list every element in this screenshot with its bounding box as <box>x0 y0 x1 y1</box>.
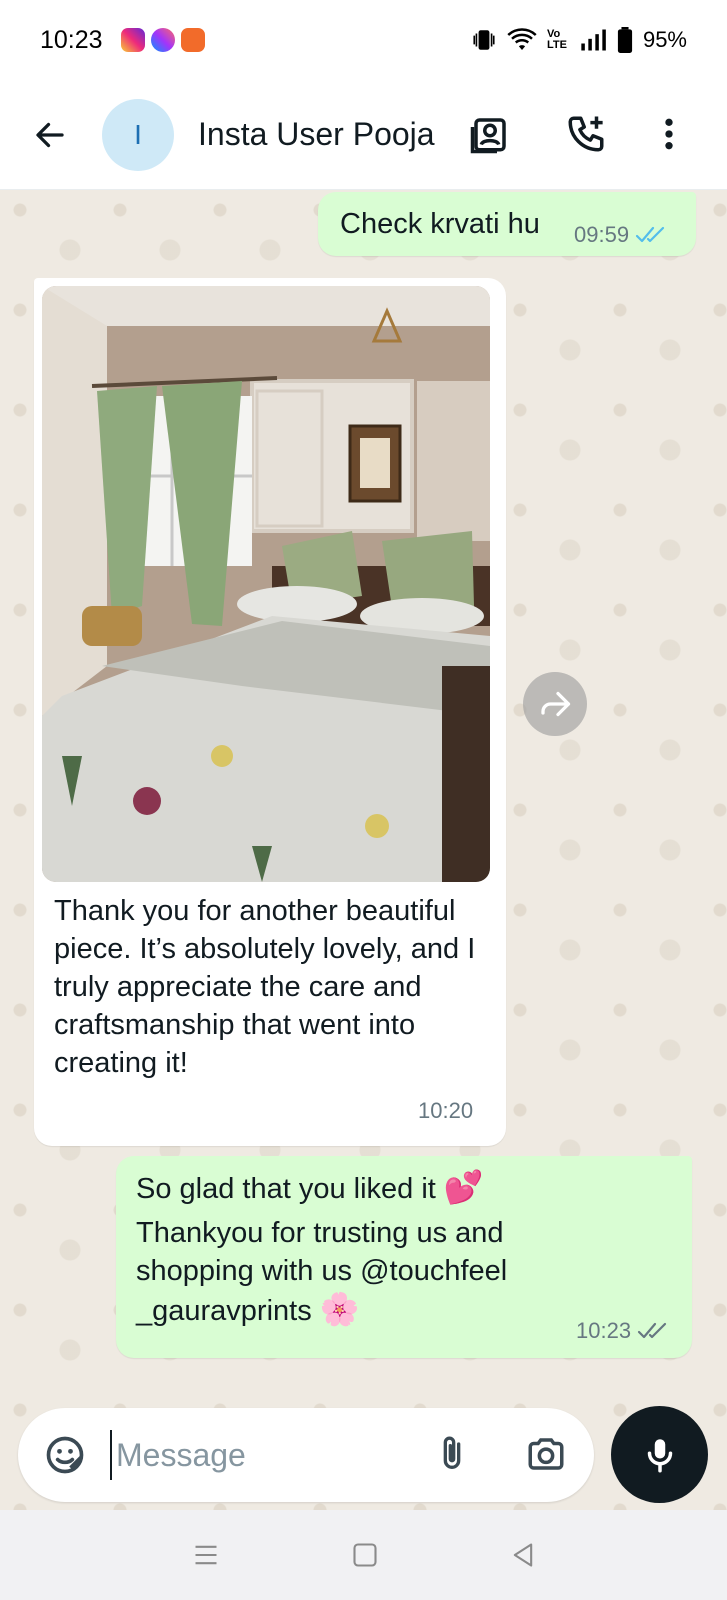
camera-icon <box>528 1438 564 1470</box>
messenger-icon <box>150 28 175 52</box>
mic-button[interactable] <box>611 1406 708 1503</box>
message-line: Thankyou for trusting us and shopping wi… <box>136 1214 556 1330</box>
status-time: 10:23 <box>40 25 103 54</box>
notification-icons <box>120 28 205 52</box>
mic-icon <box>647 1438 672 1472</box>
sticker-button[interactable] <box>42 1432 88 1478</box>
avatar[interactable]: I <box>102 98 174 171</box>
vibrate-icon <box>473 30 495 50</box>
status-icons: Vo LTE 95% <box>471 27 687 53</box>
message-input[interactable] <box>110 1430 380 1480</box>
message-meta: 10:23 <box>576 1318 671 1344</box>
add-call-icon <box>568 116 604 152</box>
forward-icon <box>541 691 571 717</box>
contact-name[interactable]: Insta User Pooja <box>198 116 435 153</box>
read-ticks-icon <box>635 226 665 243</box>
app-notification-icon <box>180 28 205 52</box>
battery-percent: 95% <box>642 27 687 52</box>
home-icon[interactable] <box>351 1541 379 1569</box>
two-hearts-emoji: 💕 <box>443 1169 484 1205</box>
instagram-icon <box>120 28 145 52</box>
back-icon[interactable] <box>509 1541 537 1569</box>
message-text: So glad that you liked it <box>136 1173 436 1205</box>
blossom-emoji: 🌸 <box>319 1291 360 1327</box>
attach-button[interactable] <box>428 1430 476 1478</box>
message-meta: 10:20 <box>418 1098 473 1124</box>
message-bubble-outgoing[interactable]: Check krvati hu 09:59 <box>318 192 696 256</box>
bedroom-photo[interactable] <box>42 286 490 882</box>
message-time: 10:20 <box>418 1098 474 1123</box>
attach-icon <box>443 1436 461 1469</box>
message-bubble-incoming[interactable]: Thank you for another beautiful piece. I… <box>34 278 506 1146</box>
volte-label: Vo LTE <box>546 28 567 51</box>
sticker-icon <box>46 1436 84 1474</box>
message-text: Check krvati hu <box>340 208 540 240</box>
message-content: So glad that you liked it 💕 Thankyou for… <box>136 1168 556 1330</box>
back-button[interactable] <box>28 113 72 157</box>
delivered-ticks-icon <box>637 1322 667 1339</box>
message-line: So glad that you liked it 💕 <box>136 1168 556 1208</box>
contact-card-icon <box>470 118 506 154</box>
system-nav-bar <box>0 1510 727 1600</box>
message-time: 10:23 <box>576 1318 632 1343</box>
chat-header: I Insta User Pooja <box>0 80 727 190</box>
more-vert-icon <box>665 118 673 150</box>
forward-button[interactable] <box>523 672 587 736</box>
message-composer <box>18 1408 594 1502</box>
battery-icon <box>617 27 633 53</box>
more-options-button[interactable] <box>645 110 693 158</box>
message-text: Thank you for another beautiful piece. I… <box>54 895 476 1079</box>
chat-area[interactable]: Check krvati hu 09:59 Thank you for anot… <box>0 190 727 1510</box>
menu-icon[interactable] <box>191 1541 221 1569</box>
wifi-icon <box>507 28 537 50</box>
back-arrow-icon <box>36 122 64 147</box>
status-bar: 10:23 Vo LTE 95% <box>0 0 727 80</box>
message-bubble-outgoing[interactable]: So glad that you liked it 💕 Thankyou for… <box>116 1156 692 1358</box>
camera-button[interactable] <box>522 1430 570 1478</box>
signal-icon <box>581 29 606 51</box>
message-time: 09:59 <box>574 222 630 247</box>
add-call-button[interactable] <box>562 110 610 158</box>
message-meta: 09:59 <box>574 222 669 248</box>
bedroom-image <box>42 286 490 882</box>
contact-card-button[interactable] <box>466 110 514 158</box>
